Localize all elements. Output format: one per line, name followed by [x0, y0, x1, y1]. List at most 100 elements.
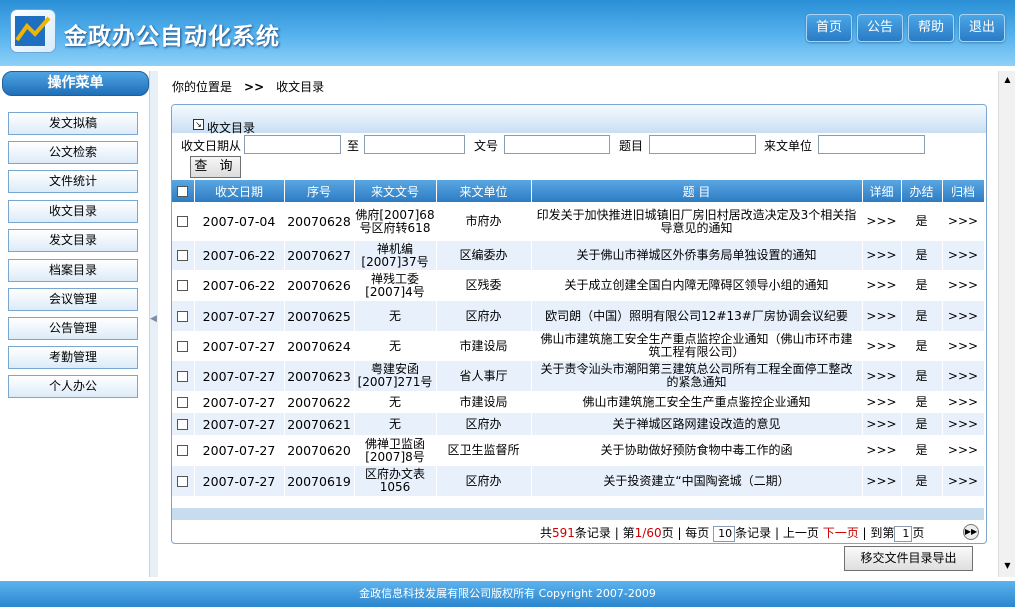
row-done: 是: [901, 270, 943, 301]
row-done: 是: [901, 202, 943, 241]
row-select-cell[interactable]: [172, 361, 195, 391]
col-header-archive: 归档: [942, 180, 985, 202]
app-title: 金政办公自动化系统: [64, 24, 280, 50]
logout-button[interactable]: 退出: [959, 14, 1005, 42]
row-detail-link[interactable]: >>>: [862, 241, 902, 270]
row-archive-link[interactable]: >>>: [942, 435, 985, 466]
row-archive-link[interactable]: >>>: [942, 202, 985, 241]
header-bar: 金政办公自动化系统 首页 公告 帮助 退出: [0, 0, 1015, 66]
row-select-cell[interactable]: [172, 270, 195, 301]
row-seq: 20070627: [284, 241, 355, 270]
export-button[interactable]: 移交文件目录导出: [844, 546, 973, 571]
doc-no-input[interactable]: [504, 135, 610, 154]
row-docno: 无: [354, 413, 437, 435]
goto-page-input[interactable]: 1: [894, 525, 913, 542]
notice-button[interactable]: 公告: [857, 14, 903, 42]
menu-item-received[interactable]: 收文目录: [8, 200, 138, 223]
pager-page-prefix: 第: [622, 526, 635, 540]
per-page-input[interactable]: 10: [713, 525, 736, 542]
row-archive-link[interactable]: >>>: [942, 361, 985, 391]
row-select-cell[interactable]: [172, 413, 195, 435]
pager-divider: |: [774, 526, 783, 540]
row-checkbox[interactable]: [177, 216, 189, 227]
menu-item-meeting[interactable]: 会议管理: [8, 288, 138, 311]
row-select-cell[interactable]: [172, 202, 195, 241]
row-archive-link[interactable]: >>>: [942, 270, 985, 301]
row-archive-link[interactable]: >>>: [942, 301, 985, 331]
row-seq: 20070621: [284, 413, 355, 435]
row-select-cell[interactable]: [172, 466, 195, 496]
help-button[interactable]: 帮助: [908, 14, 954, 42]
select-all-cell[interactable]: [172, 180, 195, 202]
scroll-down-icon[interactable]: ▼: [999, 559, 1015, 573]
breadcrumb: 你的位置是 >> 收文目录: [172, 78, 324, 95]
footer: 金政信息科技发展有限公司版权所有 Copyright 2007-2009: [0, 581, 1015, 607]
table-row: 2007-06-22 20070626 禅残工委[2007]4号 区残委 关于成立创建全…: [172, 270, 985, 301]
row-archive-link[interactable]: >>>: [942, 241, 985, 270]
row-archive-link[interactable]: >>>: [942, 391, 985, 413]
prev-page-link[interactable]: 上一页: [783, 526, 819, 540]
menu-item-sent[interactable]: 发文目录: [8, 229, 138, 252]
vertical-scrollbar[interactable]: ▲ ▼: [998, 71, 1015, 577]
home-button[interactable]: 首页: [806, 14, 852, 42]
col-header-detail: 详细: [862, 180, 902, 202]
date-from-input[interactable]: [244, 135, 341, 154]
table-row: 2007-07-04 20070628 佛府[2007]68号区府转618 市府办 印发…: [172, 202, 985, 241]
row-archive-link[interactable]: >>>: [942, 331, 985, 361]
row-detail-link[interactable]: >>>: [862, 466, 902, 496]
menu-item-draft[interactable]: 发文拟稿: [8, 112, 138, 135]
row-unit: 市府办: [436, 202, 532, 241]
date-to-input[interactable]: [364, 135, 465, 154]
row-detail-link[interactable]: >>>: [862, 202, 902, 241]
row-select-cell[interactable]: [172, 435, 195, 466]
row-unit: 区府办: [436, 301, 532, 331]
query-button[interactable]: 查 询: [190, 156, 241, 178]
row-detail-link[interactable]: >>>: [862, 435, 902, 466]
row-select-cell[interactable]: [172, 331, 195, 361]
scroll-up-icon[interactable]: ▲: [999, 73, 1015, 87]
row-checkbox[interactable]: [177, 340, 189, 352]
subject-input[interactable]: [649, 135, 756, 154]
go-arrow-icon[interactable]: ▶▶: [963, 524, 979, 540]
subject-label: 题目: [619, 139, 644, 153]
row-detail-link[interactable]: >>>: [862, 413, 902, 435]
row-done: 是: [901, 331, 943, 361]
row-checkbox[interactable]: [177, 310, 189, 322]
row-checkbox[interactable]: [177, 250, 189, 261]
menu-item-stats[interactable]: 文件统计: [8, 170, 138, 193]
row-detail-link[interactable]: >>>: [862, 331, 902, 361]
row-detail-link[interactable]: >>>: [862, 391, 902, 413]
row-checkbox[interactable]: [177, 280, 189, 291]
row-unit: 省人事厅: [436, 361, 532, 391]
row-select-cell[interactable]: [172, 241, 195, 270]
row-select-cell[interactable]: [172, 301, 195, 331]
row-done: 是: [901, 391, 943, 413]
row-checkbox[interactable]: [177, 445, 189, 456]
row-detail-link[interactable]: >>>: [862, 361, 902, 391]
collapse-arrow-icon[interactable]: ◀: [150, 313, 157, 325]
row-archive-link[interactable]: >>>: [942, 413, 985, 435]
panel-header: ↘ 收文目录: [172, 105, 986, 135]
next-page-link[interactable]: 下一页: [823, 526, 859, 540]
row-archive-link[interactable]: >>>: [942, 466, 985, 496]
row-detail-link[interactable]: >>>: [862, 270, 902, 301]
breadcrumb-separator: >>: [244, 80, 265, 94]
unit-input[interactable]: [818, 135, 925, 154]
menu-item-personal[interactable]: 个人办公: [8, 375, 138, 398]
menu-item-notice[interactable]: 公告管理: [8, 317, 138, 340]
row-checkbox[interactable]: [177, 396, 189, 408]
received-docs-table: 收文日期 序号 来文文号 来文单位 题 目 详细 办结 归档 2007-07-0…: [172, 180, 985, 496]
row-unit: 市建设局: [436, 391, 532, 413]
menu-item-attendance[interactable]: 考勤管理: [8, 346, 138, 369]
row-checkbox[interactable]: [177, 370, 189, 382]
row-date: 2007-07-04: [194, 202, 285, 241]
row-detail-link[interactable]: >>>: [862, 301, 902, 331]
row-docno: 无: [354, 331, 437, 361]
row-checkbox[interactable]: [177, 475, 189, 487]
row-select-cell[interactable]: [172, 391, 195, 413]
menu-item-archive[interactable]: 档案目录: [8, 259, 138, 282]
select-all-checkbox[interactable]: [177, 186, 189, 197]
menu-item-search[interactable]: 公文检索: [8, 141, 138, 164]
unit-label: 来文单位: [764, 139, 813, 153]
row-checkbox[interactable]: [177, 418, 189, 430]
